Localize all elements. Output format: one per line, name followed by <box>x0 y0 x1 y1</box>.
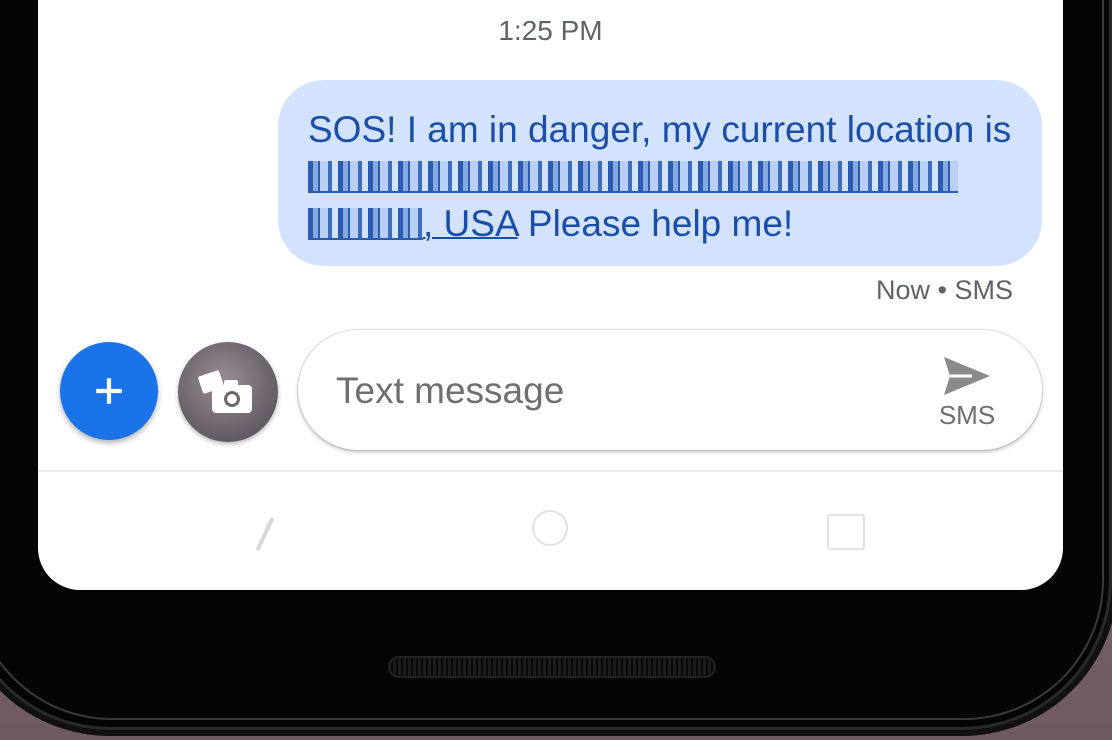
send-label: SMS <box>938 400 996 430</box>
phone-screen: 1:25 PM SOS! I am in danger, my current … <box>38 0 1063 590</box>
redacted-address-line2 <box>308 208 423 240</box>
send-icon <box>944 357 990 395</box>
add-attachment-button[interactable] <box>60 342 158 440</box>
nav-home-button[interactable] <box>532 510 568 546</box>
message-status: Now • SMS <box>876 275 1013 305</box>
message-text-end: Please help me! <box>517 203 794 244</box>
plus-icon <box>96 378 122 404</box>
nav-back-button[interactable] <box>255 516 275 552</box>
send-sms-button[interactable]: SMS <box>932 354 1002 434</box>
earpiece-speaker-grille <box>388 656 716 678</box>
conversation-timestamp: 1:25 PM <box>498 15 603 46</box>
message-text: SOS! I am in danger, my current location… <box>308 109 1012 150</box>
scene-background: 1:25 PM SOS! I am in danger, my current … <box>0 0 1112 740</box>
camera-gallery-icon <box>198 370 252 413</box>
text-message-input[interactable] <box>334 362 898 420</box>
address-country: , USA <box>423 203 518 244</box>
sent-message-bubble[interactable]: SOS! I am in danger, my current location… <box>278 80 1042 266</box>
nav-divider <box>38 470 1063 472</box>
compose-bar: SMS <box>298 330 1042 450</box>
redacted-address-line1 <box>308 161 958 193</box>
camera-gallery-button[interactable] <box>178 342 278 442</box>
nav-recents-button[interactable] <box>827 514 865 550</box>
